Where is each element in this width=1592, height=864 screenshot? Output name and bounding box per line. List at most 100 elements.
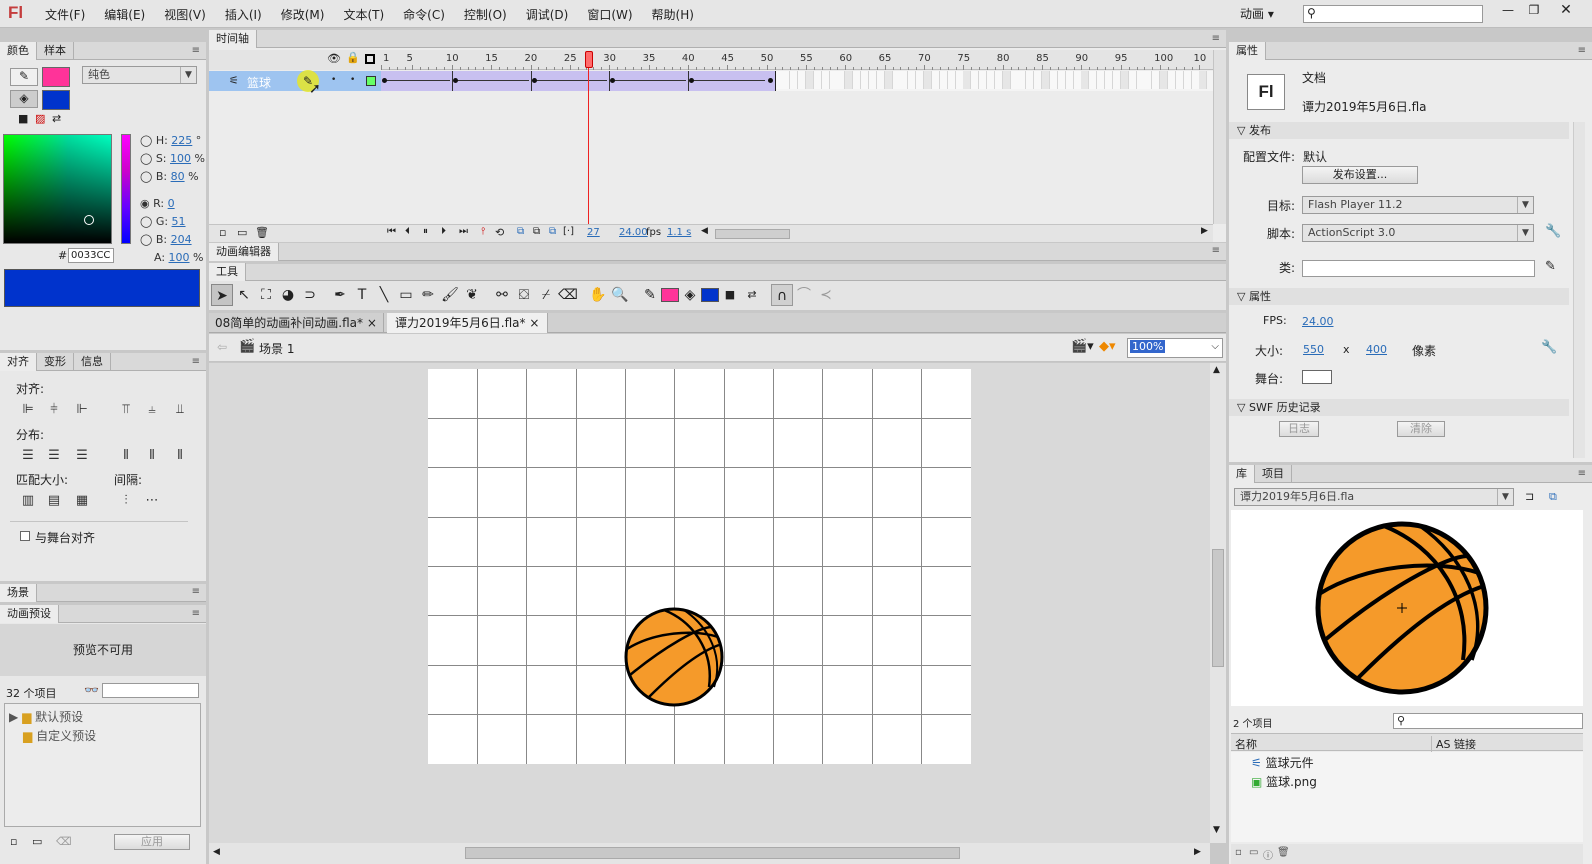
- fill-color-swatch[interactable]: [42, 90, 70, 110]
- swf-history-section[interactable]: ▽ SWF 历史记录: [1229, 399, 1569, 416]
- h-value[interactable]: 225: [171, 134, 192, 147]
- frame-cell[interactable]: [1175, 71, 1184, 89]
- panel-menu-icon[interactable]: ≡: [1212, 33, 1220, 44]
- smooth-icon[interactable]: ⌒: [793, 284, 815, 306]
- align-vcenter-icon[interactable]: ⫨: [144, 402, 160, 418]
- outline-icon[interactable]: [365, 54, 375, 64]
- properties-vscroll[interactable]: [1573, 122, 1585, 458]
- modify-markers-icon[interactable]: [·]: [563, 226, 574, 237]
- frame-cell[interactable]: [1168, 71, 1176, 89]
- log-button[interactable]: 日志: [1279, 421, 1319, 437]
- menu-item[interactable]: 插入(I): [225, 6, 262, 23]
- tab-scene[interactable]: 场景: [0, 584, 37, 602]
- match-width-icon[interactable]: ▥: [20, 493, 36, 509]
- wrench-icon[interactable]: 🔧: [1545, 224, 1561, 239]
- distribute-right-icon[interactable]: ⫴: [172, 448, 188, 464]
- match-height-icon[interactable]: ▤: [46, 493, 62, 509]
- motion-tween-span[interactable]: [381, 71, 775, 91]
- layer-name[interactable]: 篮球: [247, 74, 271, 91]
- doc-tab-1[interactable]: 08简单的动画补间动画.fla* ×: [209, 313, 384, 333]
- step-back-icon[interactable]: ⏴: [405, 226, 410, 237]
- bone-tool-icon[interactable]: ⚯: [491, 284, 513, 306]
- frame-cell[interactable]: [790, 71, 799, 89]
- tab-align[interactable]: 对齐: [0, 352, 37, 371]
- frame-cell[interactable]: [924, 71, 933, 89]
- frame-cell[interactable]: [900, 71, 909, 89]
- black-white-icon[interactable]: ■: [719, 284, 741, 306]
- onion-outline-icon[interactable]: ⧉: [533, 226, 540, 237]
- frame-cell[interactable]: [1152, 71, 1161, 89]
- paint-bucket-tool-icon[interactable]: ⛋: [513, 284, 535, 306]
- frame-cell[interactable]: [939, 71, 948, 89]
- fill-color-tool[interactable]: ◈: [10, 90, 38, 108]
- frame-cell[interactable]: [1128, 71, 1137, 89]
- frame-cell[interactable]: [931, 71, 940, 89]
- new-folder-icon[interactable]: ▭: [237, 226, 247, 239]
- swap-colors-icon[interactable]: ⇄: [52, 112, 61, 125]
- space-horizontal-icon[interactable]: ⋯: [144, 493, 160, 509]
- new-folder-icon[interactable]: ▭: [32, 835, 42, 848]
- delete-layer-icon[interactable]: 🗑: [255, 226, 269, 239]
- pencil-tool-icon[interactable]: ✏: [417, 284, 439, 306]
- frame-cell[interactable]: [798, 71, 807, 89]
- frame-cell[interactable]: [994, 71, 1003, 89]
- target-select[interactable]: Flash Player 11.2 ▼: [1302, 196, 1534, 214]
- column-as-link[interactable]: AS 链接: [1431, 736, 1476, 752]
- no-color-icon[interactable]: ▨: [35, 112, 45, 125]
- keyframe[interactable]: [531, 78, 537, 83]
- frame-cell[interactable]: [1057, 71, 1066, 89]
- distribute-top-icon[interactable]: ☰: [20, 448, 36, 464]
- help-search-input[interactable]: ⚲: [1303, 5, 1483, 23]
- go-last-icon[interactable]: ⏭: [459, 226, 468, 237]
- frame-cell[interactable]: [979, 71, 988, 89]
- pen-tool-icon[interactable]: ✒: [329, 284, 351, 306]
- basketball-on-stage[interactable]: [624, 607, 724, 707]
- frame-cell[interactable]: [1081, 71, 1090, 89]
- onion-skin-icon[interactable]: ⧉: [517, 226, 524, 237]
- deco-tool-icon[interactable]: ❦: [461, 284, 483, 306]
- tab-library[interactable]: 库: [1229, 464, 1255, 483]
- frame-cell[interactable]: [1073, 71, 1082, 89]
- tab-transform[interactable]: 变形: [37, 352, 74, 371]
- new-layer-icon[interactable]: ▫: [219, 226, 226, 239]
- stage[interactable]: [428, 369, 971, 764]
- apply-button[interactable]: 应用: [114, 834, 190, 850]
- scroll-left-icon[interactable]: ◀: [213, 847, 220, 857]
- properties-icon[interactable]: ⓘ: [1263, 847, 1273, 862]
- library-item-symbol[interactable]: ⚟ 篮球元件: [1251, 754, 1314, 771]
- stroke-color-swatch[interactable]: [42, 67, 70, 87]
- new-symbol-icon[interactable]: ▫: [1235, 847, 1242, 858]
- menu-item[interactable]: 控制(O): [464, 6, 507, 23]
- tab-motion-presets[interactable]: 动画预设: [0, 604, 59, 623]
- maximize-button[interactable]: ❐: [1523, 3, 1545, 21]
- frame-cell[interactable]: [908, 71, 917, 89]
- frame-cell[interactable]: [774, 71, 783, 89]
- fill-color-chip[interactable]: [701, 288, 719, 302]
- close-button[interactable]: ✕: [1555, 2, 1577, 20]
- frame-cell[interactable]: [1112, 71, 1121, 89]
- line-tool-icon[interactable]: ╲: [373, 284, 395, 306]
- frame-cell[interactable]: [1002, 71, 1011, 89]
- delete-icon[interactable]: ⌫: [56, 835, 72, 848]
- subselection-tool-icon[interactable]: ↖: [233, 284, 255, 306]
- menu-item[interactable]: 调试(D): [526, 6, 569, 23]
- stage-color-swatch[interactable]: [1302, 370, 1332, 384]
- pin-icon[interactable]: ⊐: [1525, 490, 1534, 503]
- hue-slider[interactable]: [121, 134, 131, 244]
- keyframe[interactable]: [688, 78, 694, 83]
- scene-breadcrumb[interactable]: 场景 1: [259, 340, 294, 357]
- b-value[interactable]: 80: [171, 170, 185, 183]
- match-both-icon[interactable]: ▦: [74, 493, 90, 509]
- scroll-left-icon[interactable]: ◀: [701, 226, 708, 236]
- menu-item[interactable]: 文本(T): [343, 6, 384, 23]
- stroke-color-tool[interactable]: ✎: [10, 68, 38, 86]
- fps-value[interactable]: 24.00: [1302, 315, 1334, 328]
- edit-multiple-icon[interactable]: ⧉: [549, 226, 556, 237]
- frame-cell[interactable]: [1034, 71, 1043, 89]
- frame-cell[interactable]: [868, 71, 877, 89]
- playhead-handle[interactable]: [584, 51, 593, 68]
- stroke-color-icon[interactable]: ✎: [639, 284, 661, 306]
- frame-cell[interactable]: [805, 71, 814, 89]
- go-first-icon[interactable]: ⏮: [387, 226, 396, 237]
- eraser-tool-icon[interactable]: ⌫: [557, 284, 579, 306]
